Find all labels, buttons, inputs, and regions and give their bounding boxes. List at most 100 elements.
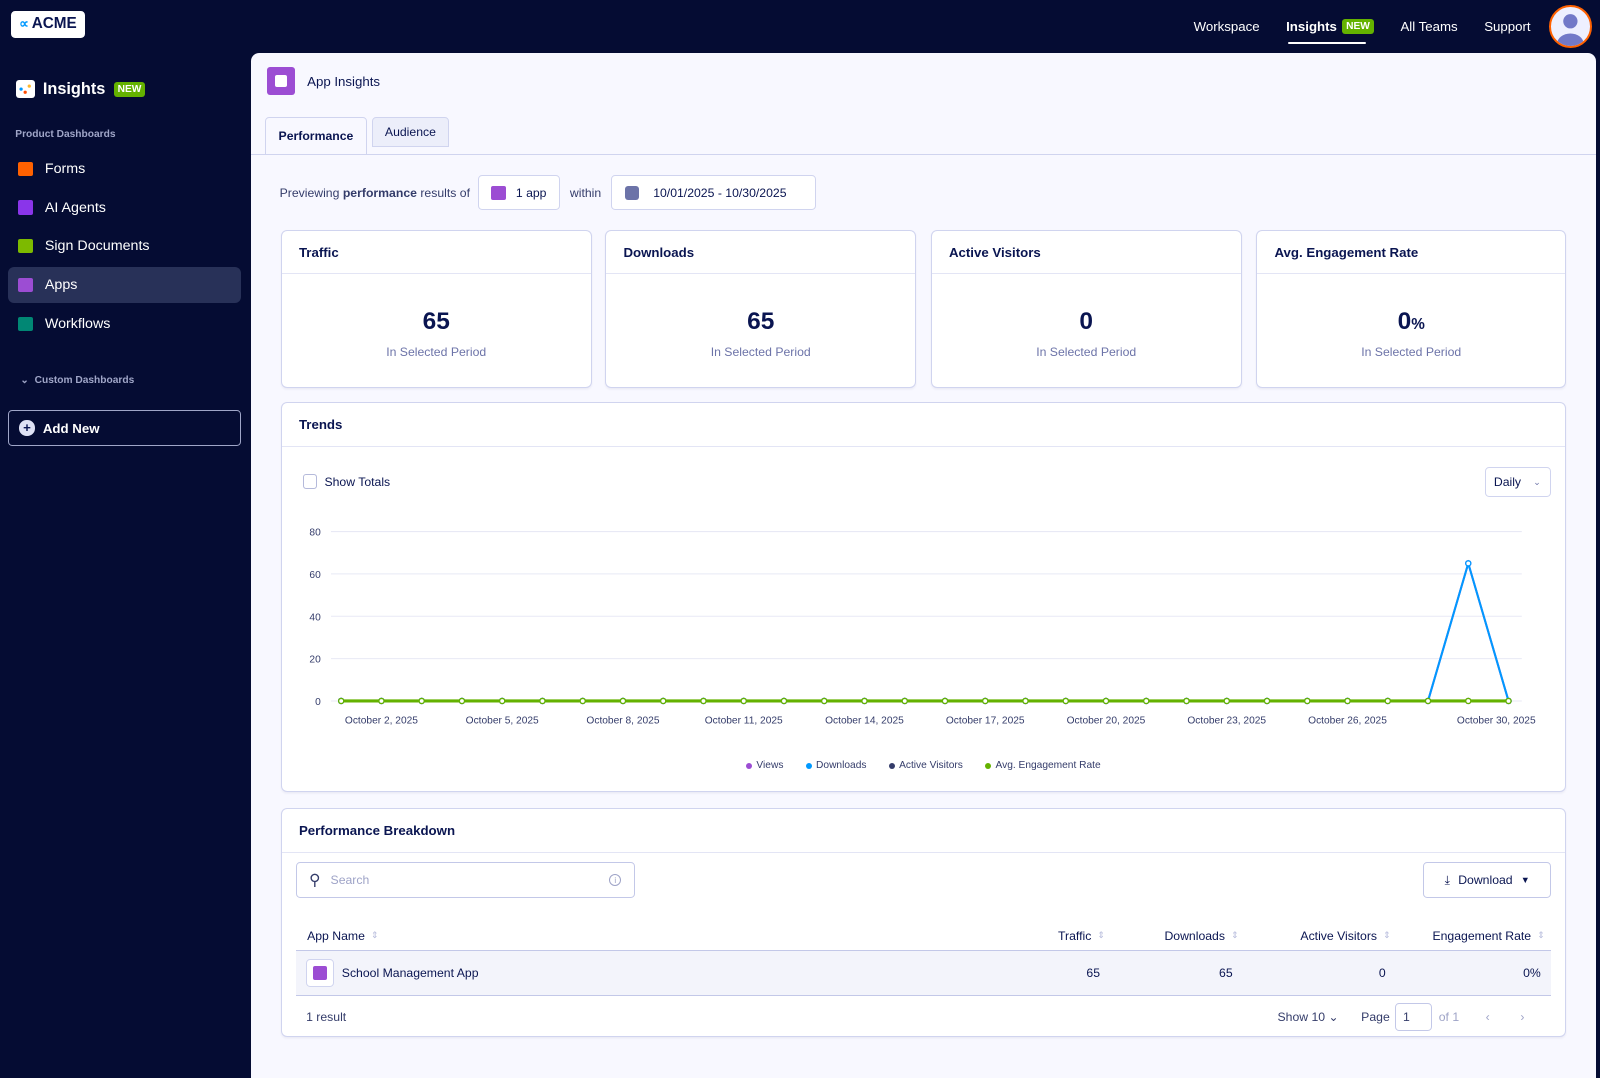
data-point (377, 697, 385, 705)
sidebar-item-sign-documents[interactable]: Sign Documents (8, 229, 241, 265)
sidebar-item-workflows[interactable]: Workflows (8, 306, 241, 342)
next-page-icon[interactable]: › (1520, 1010, 1524, 1024)
download-button[interactable]: ⤓ Download ▼ (1423, 862, 1552, 898)
stat-card-downloads: Downloads 65 In Selected Period (605, 229, 917, 388)
app-insights-icon (267, 67, 295, 95)
data-point (538, 697, 546, 705)
data-point (780, 697, 787, 705)
legend-dot-icon (746, 762, 753, 769)
download-label: Download (1458, 873, 1513, 888)
user-avatar[interactable] (1548, 5, 1592, 48)
stat-value: 65 (747, 308, 775, 336)
info-icon[interactable]: i (609, 873, 622, 887)
sort-icon: ⇕ (371, 930, 379, 941)
legend-label: Avg. Engagement Rate (995, 760, 1101, 772)
y-tick-label: 20 (309, 655, 321, 666)
data-point (619, 697, 626, 705)
custom-dashboards-label: Custom Dashboards (34, 375, 135, 387)
data-point (418, 697, 425, 705)
sidebar-title: Insights NEW (16, 80, 146, 99)
prev-page-icon[interactable]: ‹ (1486, 1010, 1490, 1024)
download-icon: ⤓ (1444, 872, 1451, 887)
column-traffic[interactable]: Traffic ⇕ (1058, 929, 1105, 943)
trends-card: Trends Show Totals Daily ⌄ 0 20 40 60 80 Octob… (280, 402, 1567, 792)
ai-agents-icon (18, 200, 33, 215)
app-name[interactable]: School Management App (342, 966, 479, 980)
sidebar-item-label: Workflows (44, 315, 111, 332)
x-tick-label: October 2, 2025 (344, 715, 417, 726)
column-engagement-rate[interactable]: Engagement Rate ⇕ (1432, 929, 1544, 943)
tab-audience[interactable]: Audience (371, 117, 450, 147)
nav-all-teams[interactable]: All Teams (1400, 0, 1457, 53)
sidebar-item-label: Apps (44, 277, 78, 294)
sort-icon: ⇕ (1097, 930, 1106, 941)
section-label: Product Dashboards (15, 128, 116, 140)
y-tick-label: 60 (309, 570, 321, 581)
data-point (1062, 697, 1069, 705)
apps-icon (18, 277, 33, 293)
calendar-icon (624, 185, 639, 200)
data-point (1142, 697, 1150, 705)
sidebar-item-ai-agents[interactable]: AI Agents (8, 190, 241, 226)
column-app-name[interactable]: App Name ⇕ (307, 929, 379, 943)
add-new-button[interactable]: + Add New (8, 410, 241, 446)
x-tick-label: October 5, 2025 (465, 715, 538, 726)
x-tick-label: October 23, 2025 (1187, 715, 1266, 726)
y-tick-label: 0 (315, 697, 321, 708)
legend-item[interactable]: Downloads (805, 760, 867, 772)
stat-card-active-visitors: Active Visitors 0 In Selected Period (930, 229, 1242, 388)
data-point (1384, 697, 1391, 705)
page-title: App Insights (307, 73, 381, 89)
column-active-visitors[interactable]: Active Visitors ⇕ (1300, 929, 1390, 943)
table-row[interactable]: School Management App 65 65 0 0% (295, 949, 1552, 996)
acme-logo[interactable]: ∝ ACME (11, 11, 85, 38)
data-point (860, 697, 868, 705)
legend-label: Views (756, 760, 784, 772)
legend-item[interactable]: Avg. Engagement Rate (985, 760, 1101, 772)
tab-performance[interactable]: Performance (265, 117, 367, 156)
x-tick-label: October 17, 2025 (945, 715, 1024, 726)
sidebar: Insights NEW Product Dashboards Forms AI … (0, 53, 251, 1077)
data-point (1464, 697, 1472, 705)
data-point (1504, 697, 1512, 705)
stat-title: Active Visitors (931, 231, 1241, 275)
sort-icon: ⇕ (1231, 930, 1239, 941)
custom-dashboards-toggle[interactable]: ⌄ Custom Dashboards (20, 375, 134, 386)
sidebar-item-label: Sign Documents (44, 238, 150, 255)
filter-bar: Previewing performance results of 1 app … (280, 175, 817, 211)
data-point (1424, 697, 1431, 705)
series-line (340, 559, 1510, 702)
page-size-select[interactable]: Show 10 ⌄ (1278, 1010, 1339, 1024)
app-selector[interactable]: 1 app (478, 175, 560, 211)
legend-label: Downloads (816, 760, 867, 772)
data-point (981, 697, 989, 705)
search-input[interactable]: ⚲ Search i (295, 862, 635, 898)
within-label: within (569, 185, 602, 200)
legend-item[interactable]: Views (746, 760, 783, 771)
date-range-picker[interactable]: 10/01/2025 - 10/30/2025 (611, 175, 817, 211)
x-tick-label: October 8, 2025 (586, 715, 659, 726)
visitors-value: 0 (1378, 966, 1386, 981)
page-input[interactable]: 1 (1394, 1003, 1432, 1031)
data-point (1182, 697, 1190, 705)
nav-support[interactable]: Support (1484, 0, 1530, 53)
nav-workspace[interactable]: Workspace (1194, 0, 1260, 53)
nav-insights[interactable]: Insights NEW (1286, 0, 1374, 53)
column-downloads[interactable]: Downloads ⇕ (1164, 929, 1238, 943)
data-point (1343, 697, 1351, 705)
legend-dot-icon (805, 762, 812, 769)
data-point (740, 697, 747, 705)
stat-title: Downloads (606, 231, 916, 275)
y-tick-label: 80 (309, 528, 321, 539)
data-point (659, 697, 667, 705)
nav-label: Workspace (1193, 19, 1260, 35)
data-point (1102, 697, 1109, 705)
sidebar-item-forms[interactable]: Forms (8, 151, 241, 187)
add-new-label: Add New (42, 420, 100, 436)
stat-card-traffic: Traffic 65 In Selected Period (280, 229, 592, 388)
top-bar: ∝ ACME Workspace Insights NEW All Teams Su… (0, 0, 1600, 53)
sidebar-item-apps[interactable]: Apps (8, 267, 241, 303)
legend-item[interactable]: Active Visitors (888, 760, 963, 771)
chart-legend: Views Downloads Active Visitors Avg. Engage… (282, 760, 1566, 771)
stat-value: 0% (1397, 308, 1425, 336)
